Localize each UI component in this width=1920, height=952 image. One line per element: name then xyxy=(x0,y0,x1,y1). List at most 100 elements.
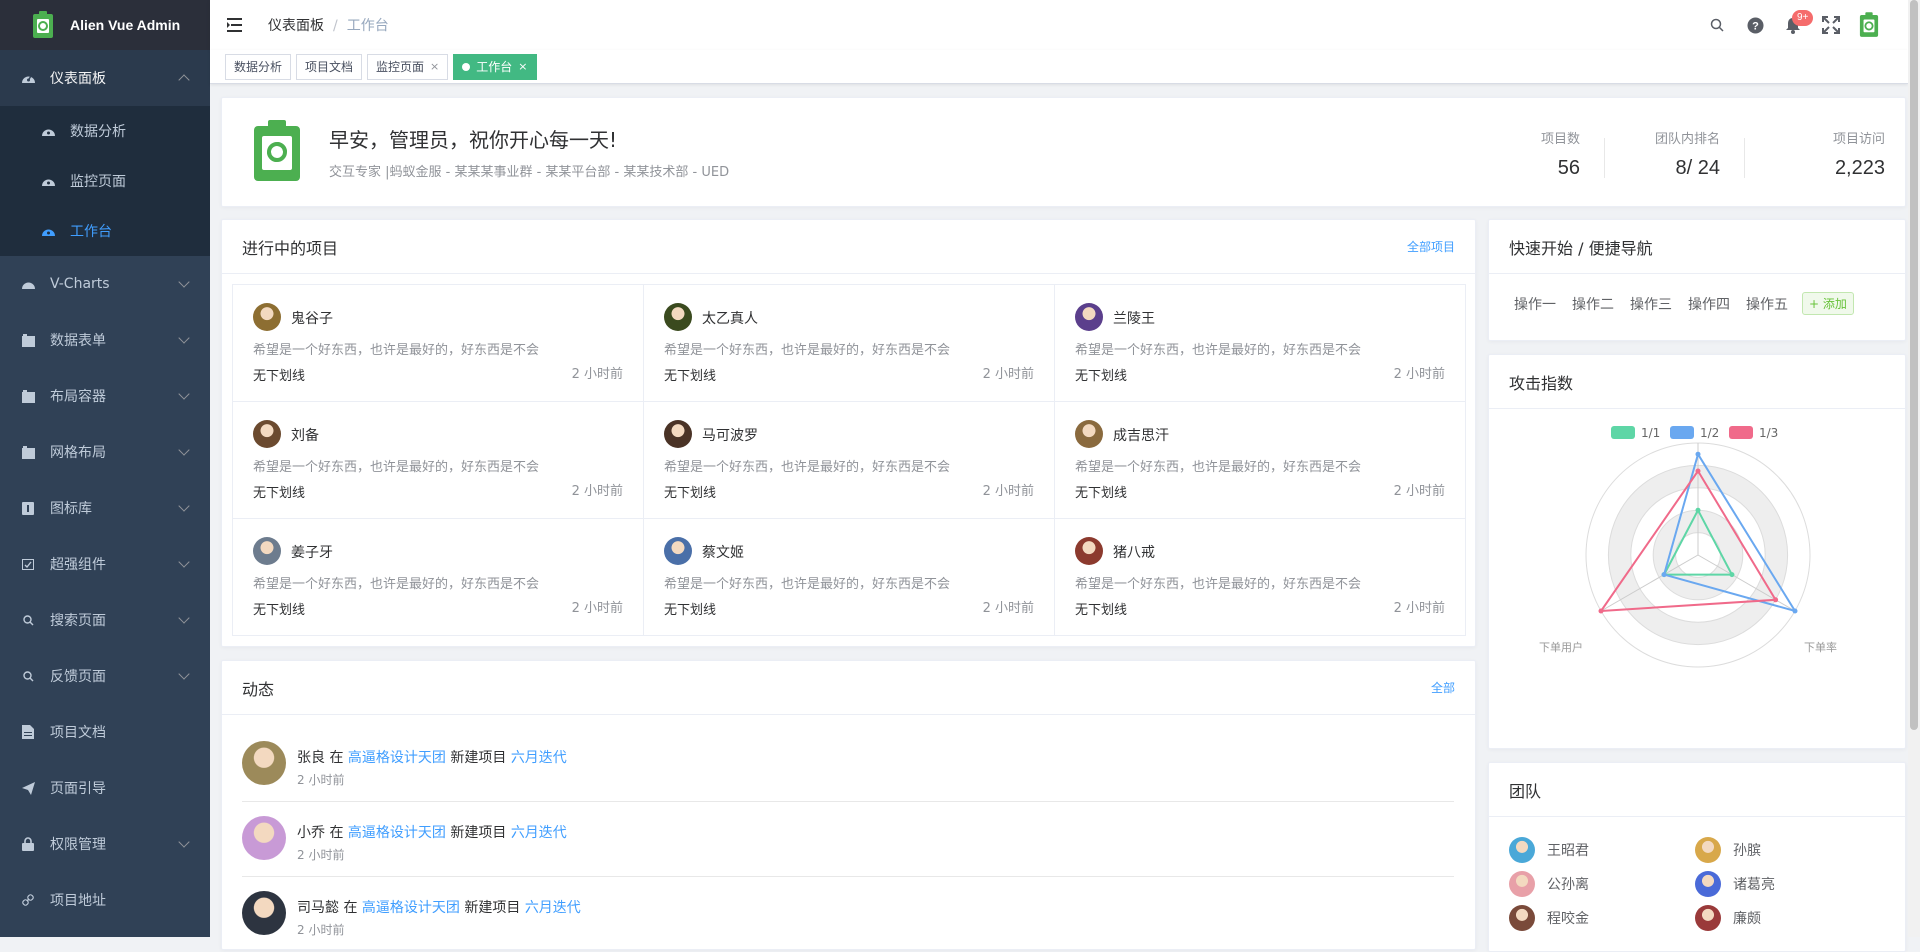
project-card[interactable]: 鬼谷子 希望是一个好东西，也许是最好的，好东西是不会 无下划线 2 小时前 xyxy=(232,284,644,402)
activity-project-link[interactable]: 六月迭代 xyxy=(511,750,567,766)
fullscreen-button[interactable] xyxy=(1812,6,1850,44)
sidebar-item-guide[interactable]: 页面引导 xyxy=(0,760,210,816)
radar-point[interactable] xyxy=(1695,451,1701,457)
activity-group-link[interactable]: 高逼格设计天团 xyxy=(348,750,446,766)
quick-link[interactable]: 操作一 xyxy=(1514,294,1556,314)
card-title: 团队 xyxy=(1509,781,1542,801)
activity-group-link[interactable]: 高逼格设计天团 xyxy=(362,900,460,916)
project-team[interactable]: 无下划线 xyxy=(253,599,305,618)
tag-workbench[interactable]: 工作台 × xyxy=(453,53,537,80)
radar-point[interactable] xyxy=(1792,608,1798,614)
project-name[interactable]: 姜子牙 xyxy=(291,542,333,562)
project-team[interactable]: 无下划线 xyxy=(1075,599,1127,618)
project-name[interactable]: 成吉思汗 xyxy=(1113,425,1169,445)
team-member[interactable]: 王昭君 xyxy=(1509,837,1589,863)
radar-point[interactable] xyxy=(1729,572,1735,578)
sidebar-item-feedback[interactable]: 反馈页面 xyxy=(0,648,210,704)
activity-project-link[interactable]: 六月迭代 xyxy=(525,900,581,916)
legend-label[interactable]: 1/2 xyxy=(1700,426,1719,440)
user-avatar[interactable] xyxy=(1850,6,1888,44)
project-name[interactable]: 马可波罗 xyxy=(702,425,758,445)
quick-link[interactable]: 操作四 xyxy=(1688,294,1730,314)
project-team[interactable]: 无下划线 xyxy=(253,482,305,501)
sidebar-item-permission[interactable]: 权限管理 xyxy=(0,816,210,872)
tags-view: 数据分析 项目文档 监控页面 × 工作台 × xyxy=(210,50,1908,84)
tag-data-analysis[interactable]: 数据分析 xyxy=(225,53,292,80)
quick-link[interactable]: 操作五 xyxy=(1746,294,1788,314)
add-quick-link-button[interactable]: + 添加 xyxy=(1802,292,1854,315)
sidebar-item-data-analysis[interactable]: 数据分析 xyxy=(0,106,210,156)
project-card[interactable]: 刘备 希望是一个好东西，也许是最好的，好东西是不会 无下划线 2 小时前 xyxy=(232,401,644,519)
project-time: 2 小时前 xyxy=(571,484,623,499)
team-member[interactable]: 程咬金 xyxy=(1509,905,1589,931)
activity-group-link[interactable]: 高逼格设计天团 xyxy=(348,825,446,841)
project-time: 2 小时前 xyxy=(1393,484,1445,499)
notification-button[interactable]: 9+ xyxy=(1774,6,1814,44)
all-activity-link[interactable]: 全部 xyxy=(1431,679,1455,696)
project-name[interactable]: 蔡文姬 xyxy=(702,542,744,562)
legend-label[interactable]: 1/3 xyxy=(1759,426,1778,440)
radar-point[interactable] xyxy=(1773,597,1779,603)
project-card[interactable]: 蔡文姬 希望是一个好东西，也许是最好的，好东西是不会 无下划线 2 小时前 xyxy=(643,518,1055,636)
activity-text: 司马懿 在 高逼格设计天团 新建项目 六月迭代 xyxy=(297,897,581,917)
hamburger-icon[interactable] xyxy=(226,15,246,35)
search-button[interactable] xyxy=(1698,6,1736,44)
project-team[interactable]: 无下划线 xyxy=(1075,482,1127,501)
page-scrollbar[interactable] xyxy=(1908,0,1920,937)
project-name[interactable]: 太乙真人 xyxy=(702,308,758,328)
project-card[interactable]: 兰陵王 希望是一个好东西，也许是最好的，好东西是不会 无下划线 2 小时前 xyxy=(1054,284,1466,402)
radar-point[interactable] xyxy=(1695,507,1701,513)
sidebar-item-docs[interactable]: 项目文档 xyxy=(0,704,210,760)
app-logo[interactable]: Alien Vue Admin xyxy=(0,0,210,50)
sidebar-item-v-charts[interactable]: V-Charts xyxy=(0,256,210,312)
project-card[interactable]: 太乙真人 希望是一个好东西，也许是最好的，好东西是不会 无下划线 2 小时前 xyxy=(643,284,1055,402)
sidebar-item-icons[interactable]: 图标库 xyxy=(0,480,210,536)
sidebar-item-monitor[interactable]: 监控页面 xyxy=(0,156,210,206)
document-icon xyxy=(20,724,36,740)
activity-project-link[interactable]: 六月迭代 xyxy=(511,825,567,841)
team-member[interactable]: 廉颇 xyxy=(1695,905,1761,931)
project-card[interactable]: 马可波罗 希望是一个好东西，也许是最好的，好东西是不会 无下划线 2 小时前 xyxy=(643,401,1055,519)
sidebar-item-search[interactable]: 搜索页面 xyxy=(0,592,210,648)
member-avatar xyxy=(1695,905,1721,931)
close-icon[interactable]: × xyxy=(430,55,439,79)
project-team[interactable]: 无下划线 xyxy=(1075,365,1127,384)
project-team[interactable]: 无下划线 xyxy=(664,599,716,618)
sidebar-item-dashboard[interactable]: 仪表面板 xyxy=(0,50,210,106)
project-card[interactable]: 姜子牙 希望是一个好东西，也许是最好的，好东西是不会 无下划线 2 小时前 xyxy=(232,518,644,636)
legend-label[interactable]: 1/1 xyxy=(1641,426,1660,440)
sidebar-item-data-table[interactable]: 数据表单 xyxy=(0,312,210,368)
team-member[interactable]: 公孙离 xyxy=(1509,871,1589,897)
sidebar-item-workbench[interactable]: 工作台 xyxy=(0,206,210,256)
radar-point[interactable] xyxy=(1695,468,1701,474)
project-team[interactable]: 无下划线 xyxy=(664,482,716,501)
project-name[interactable]: 刘备 xyxy=(291,425,319,445)
team-member[interactable]: 诸葛亮 xyxy=(1695,871,1775,897)
project-card[interactable]: 成吉思汗 希望是一个好东西，也许是最好的，好东西是不会 无下划线 2 小时前 xyxy=(1054,401,1466,519)
team-member[interactable]: 孙膑 xyxy=(1695,837,1761,863)
project-card[interactable]: 猪八戒 希望是一个好东西，也许是最好的，好东西是不会 无下划线 2 小时前 xyxy=(1054,518,1466,636)
radar-point[interactable] xyxy=(1598,608,1604,614)
stat-value: 8/ 24 xyxy=(1675,157,1720,179)
sidebar-item-components[interactable]: 超强组件 xyxy=(0,536,210,592)
sidebar-item-layout[interactable]: 布局容器 xyxy=(0,368,210,424)
breadcrumb-item-dashboard[interactable]: 仪表面板 xyxy=(268,18,324,34)
project-avatar xyxy=(664,420,692,448)
project-name[interactable]: 兰陵王 xyxy=(1113,308,1155,328)
quick-link[interactable]: 操作三 xyxy=(1630,294,1672,314)
sidebar-item-grid[interactable]: 网格布局 xyxy=(0,424,210,480)
all-projects-link[interactable]: 全部项目 xyxy=(1407,238,1455,255)
scrollbar-thumb[interactable] xyxy=(1910,0,1918,730)
stat-label: 项目数 xyxy=(1540,132,1580,147)
project-name[interactable]: 猪八戒 xyxy=(1113,542,1155,562)
project-team[interactable]: 无下划线 xyxy=(664,365,716,384)
project-name[interactable]: 鬼谷子 xyxy=(291,308,333,328)
tag-docs[interactable]: 项目文档 xyxy=(296,53,363,80)
sidebar-item-repo[interactable]: 项目地址 xyxy=(0,872,210,928)
quick-link[interactable]: 操作二 xyxy=(1572,294,1614,314)
close-icon[interactable]: × xyxy=(518,55,527,79)
tag-monitor[interactable]: 监控页面 × xyxy=(367,53,449,80)
help-button[interactable]: ? xyxy=(1736,6,1774,44)
radar-point[interactable] xyxy=(1661,572,1667,578)
project-team[interactable]: 无下划线 xyxy=(253,365,305,384)
